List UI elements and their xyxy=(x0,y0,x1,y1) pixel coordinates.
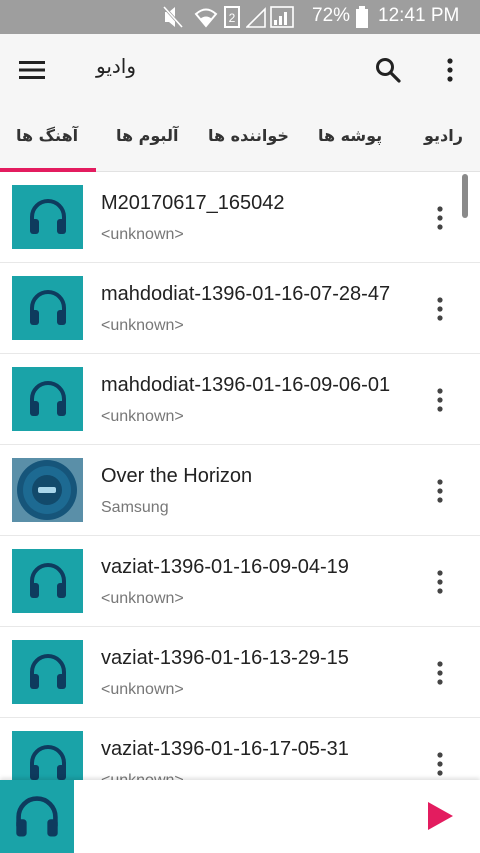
song-artist: <unknown> xyxy=(101,317,184,334)
signal-icon-2 xyxy=(270,6,294,28)
song-thumbnail xyxy=(12,731,83,780)
signal-icon-1 xyxy=(246,7,266,28)
song-title: Over the Horizon xyxy=(101,465,253,487)
song-thumbnail xyxy=(12,549,83,613)
list-item[interactable]: mahdodiat-1396-01-16-07-28-47 <unknown> xyxy=(0,263,480,354)
headphones-icon xyxy=(16,795,58,837)
song-title: vaziat-1396-01-16-13-29-15 xyxy=(101,647,349,669)
song-title: M20170617_165042 xyxy=(101,192,285,214)
more-vert-icon[interactable] xyxy=(424,562,456,602)
list-item[interactable]: Over the Horizon Samsung xyxy=(0,445,480,536)
headphones-icon xyxy=(29,199,66,234)
list-item[interactable]: M20170617_165042 <unknown> xyxy=(0,172,480,263)
app-title: وادیو xyxy=(96,54,137,78)
more-vert-icon[interactable] xyxy=(430,50,470,90)
song-artist: Samsung xyxy=(101,499,169,516)
song-artist: <unknown> xyxy=(101,408,184,425)
hamburger-menu-icon[interactable] xyxy=(12,50,52,90)
status-bar: 2 72% 12:41 PM xyxy=(0,0,480,34)
headphones-icon xyxy=(29,654,66,689)
play-icon xyxy=(428,802,453,830)
headphones-icon xyxy=(29,381,66,416)
album-art-disc xyxy=(12,458,83,522)
now-playing-art[interactable] xyxy=(0,780,74,853)
song-title: mahdodiat-1396-01-16-09-06-01 xyxy=(101,374,391,396)
more-vert-icon[interactable] xyxy=(424,744,456,780)
song-title: vaziat-1396-01-16-09-04-19 xyxy=(101,556,349,578)
song-thumbnail xyxy=(12,185,83,249)
album-art xyxy=(12,458,83,522)
wifi-icon xyxy=(194,8,218,28)
sim-icon: 2 xyxy=(224,6,240,28)
tab-folders[interactable]: پوشه ها xyxy=(318,126,382,145)
list-item[interactable]: vaziat-1396-01-16-17-05-31 <unknown> xyxy=(0,718,480,780)
more-vert-icon[interactable] xyxy=(424,289,456,329)
search-icon[interactable] xyxy=(368,50,408,90)
song-list[interactable]: M20170617_165042 <unknown> mahdodiat-139… xyxy=(0,172,480,780)
tab-bar: آهنگ ها آلبوم ها خواننده ها پوشه ها رادی… xyxy=(0,106,480,172)
song-artist: <unknown> xyxy=(101,681,184,698)
song-title: vaziat-1396-01-16-17-05-31 xyxy=(101,738,349,760)
song-artist: <unknown> xyxy=(101,772,184,780)
more-vert-icon[interactable] xyxy=(424,471,456,511)
headphones-icon xyxy=(29,745,66,780)
tab-songs[interactable]: آهنگ ها xyxy=(16,126,78,145)
battery-percent: 72% xyxy=(312,5,351,26)
more-vert-icon[interactable] xyxy=(424,198,456,238)
play-button[interactable] xyxy=(420,796,460,836)
tab-albums[interactable]: آلبوم ها xyxy=(116,126,178,145)
song-thumbnail xyxy=(12,367,83,431)
more-vert-icon[interactable] xyxy=(424,653,456,693)
song-thumbnail xyxy=(12,276,83,340)
song-artist: <unknown> xyxy=(101,226,184,243)
mini-player[interactable] xyxy=(0,780,480,853)
headphones-icon xyxy=(29,563,66,598)
list-item[interactable]: mahdodiat-1396-01-16-09-06-01 <unknown> xyxy=(0,354,480,445)
more-vert-icon[interactable] xyxy=(424,380,456,420)
svg-text:2: 2 xyxy=(229,11,236,25)
clock: 12:41 PM xyxy=(378,5,460,26)
tab-radio[interactable]: رادیو xyxy=(424,126,463,145)
list-item[interactable]: vaziat-1396-01-16-13-29-15 <unknown> xyxy=(0,627,480,718)
song-artist: <unknown> xyxy=(101,590,184,607)
song-title: mahdodiat-1396-01-16-07-28-47 xyxy=(101,283,391,305)
song-thumbnail xyxy=(12,640,83,704)
battery-icon xyxy=(356,6,368,28)
tab-artists[interactable]: خواننده ها xyxy=(208,126,289,145)
headphones-icon xyxy=(29,290,66,325)
app-bar: وادیو xyxy=(0,34,480,106)
mute-icon xyxy=(163,6,183,28)
list-scrollbar[interactable] xyxy=(462,174,468,218)
list-item[interactable]: vaziat-1396-01-16-09-04-19 <unknown> xyxy=(0,536,480,627)
